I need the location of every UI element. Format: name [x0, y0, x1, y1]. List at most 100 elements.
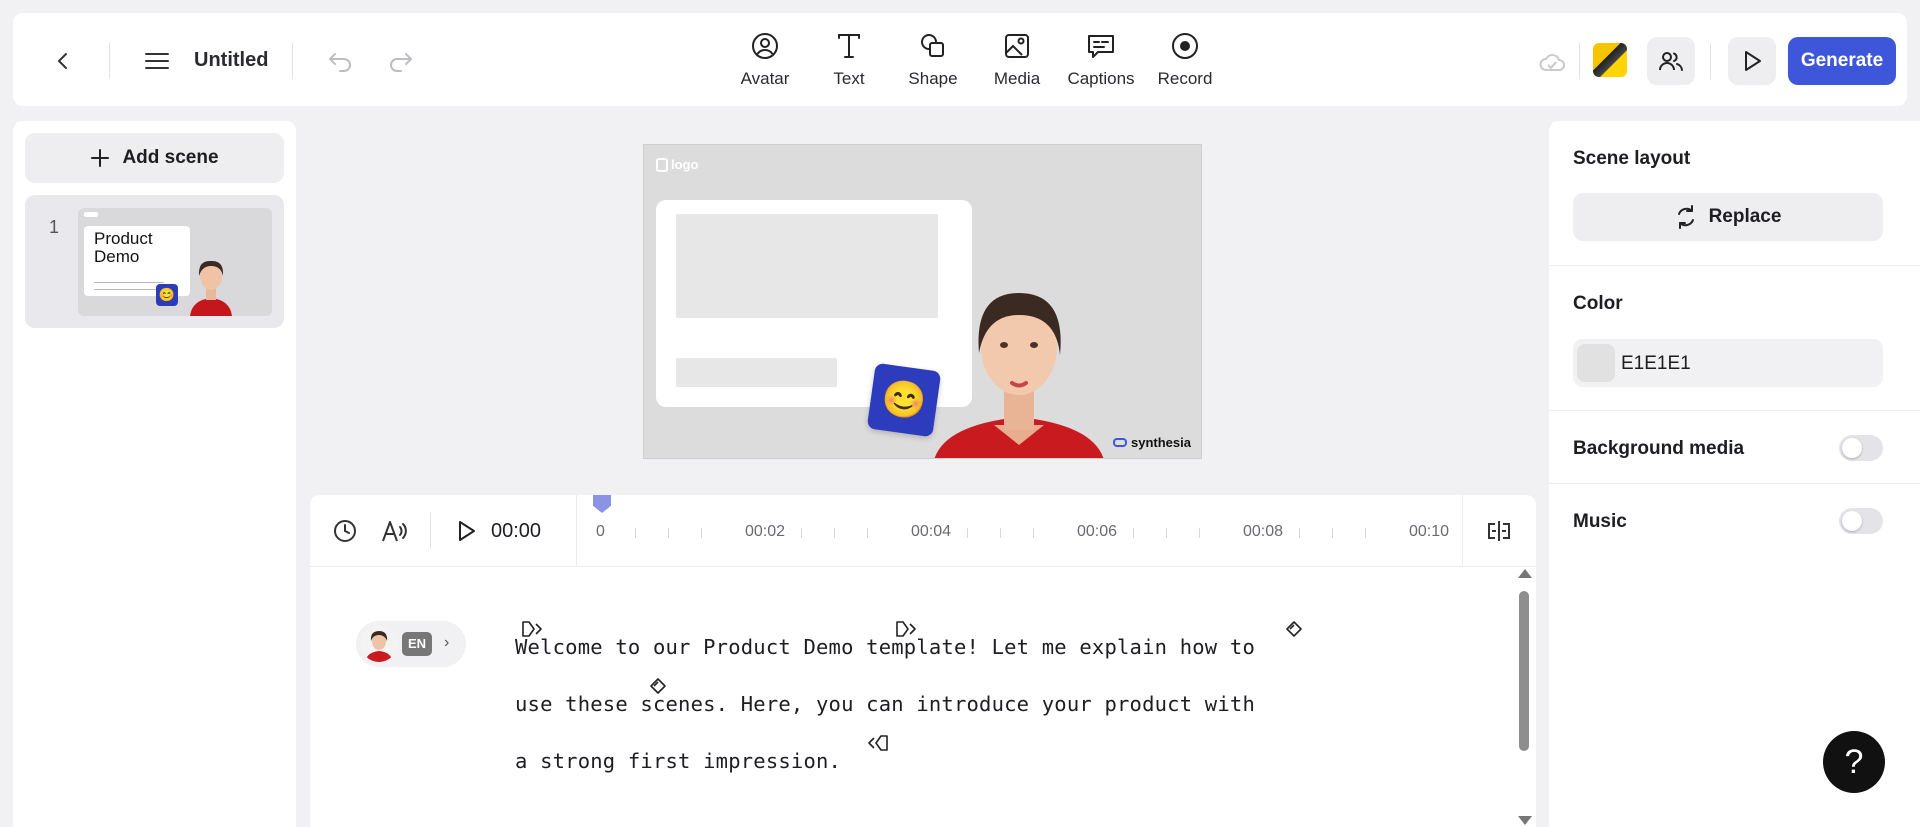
section-title: Color: [1573, 293, 1623, 314]
toggle-knob: [1842, 438, 1862, 458]
brand-watermark: synthesia: [1113, 435, 1191, 450]
tool-text[interactable]: Text: [807, 31, 891, 89]
script-line[interactable]: Welcome to our Product Demo template! Le…: [515, 635, 1255, 659]
tick: [867, 528, 868, 538]
marker-diamond-icon[interactable]: [1283, 619, 1303, 637]
tool-label: Record: [1157, 69, 1213, 88]
tool-label: Captions: [1067, 69, 1135, 88]
tool-avatar[interactable]: Avatar: [723, 31, 807, 89]
scroll-up-arrow-icon[interactable]: [1518, 569, 1532, 578]
scene-layout-section: Scene layout Replace: [1549, 121, 1920, 266]
tick-label: 00:06: [1077, 523, 1118, 540]
emoji-sticker[interactable]: 😊: [866, 362, 942, 438]
tick: [668, 528, 669, 538]
section-title: Scene layout: [1573, 148, 1691, 169]
scene-item[interactable]: 1 Product Demo 😊: [25, 195, 284, 328]
scrollbar-thumb[interactable]: [1519, 591, 1529, 751]
share-people-icon[interactable]: [1647, 37, 1695, 85]
record-icon: [1170, 31, 1200, 61]
slide-logo[interactable]: logo: [656, 157, 698, 172]
tick-label: 00:02: [745, 523, 786, 540]
captions-icon: [1086, 31, 1116, 61]
text-icon: [834, 31, 864, 61]
thumb-logo: [84, 212, 98, 217]
voice-speech-icon[interactable]: [380, 518, 408, 544]
toggle-knob: [1842, 511, 1862, 531]
play-icon[interactable]: [454, 518, 478, 544]
tick: [701, 528, 702, 538]
logo-text: logo: [671, 157, 699, 172]
replace-layout-button[interactable]: Replace: [1573, 193, 1883, 241]
scene-title: Product Demo: [94, 229, 153, 266]
divider: [292, 43, 293, 79]
media-icon: [1002, 31, 1032, 61]
tool-media[interactable]: Media: [975, 31, 1059, 89]
top-toolbar: Untitled Avatar Text Shape Media Caption…: [13, 13, 1907, 106]
help-button[interactable]: ?: [1823, 731, 1885, 793]
generate-button[interactable]: Generate: [1788, 37, 1896, 85]
insert-toolbar: Avatar Text Shape Media Captions Record: [723, 31, 1227, 89]
preview-play-icon[interactable]: [1728, 37, 1776, 85]
script-line[interactable]: a strong first impression.: [515, 749, 841, 773]
avatar-icon: [750, 31, 780, 61]
background-media-label: Background media: [1573, 438, 1745, 459]
tick-label: 00:10: [1409, 523, 1450, 540]
divider: [109, 43, 110, 79]
back-arrow-icon[interactable]: [51, 49, 75, 73]
marker-exit-icon[interactable]: [867, 733, 888, 751]
tick: [1000, 528, 1001, 538]
thumb-lines: [94, 282, 164, 290]
timeline-ruler[interactable]: 0 00:02 00:04 00:06 00:08 00:10: [577, 495, 1472, 567]
tool-label: Text: [833, 69, 865, 88]
background-media-toggle[interactable]: [1839, 435, 1883, 461]
tick: [967, 528, 968, 538]
properties-panel: Scene layout Replace Color E1E1E1 Backgr…: [1549, 121, 1920, 827]
background-media-section: Background media: [1549, 411, 1920, 484]
speaker-avatar: [361, 626, 397, 662]
plus-icon: [91, 149, 110, 167]
music-toggle[interactable]: [1839, 508, 1883, 534]
undo-icon[interactable]: [326, 47, 354, 75]
tool-label: Shape: [908, 69, 958, 88]
tick-label: 00:08: [1243, 523, 1284, 540]
clock-icon[interactable]: [332, 518, 358, 544]
shape-icon: [918, 31, 948, 61]
image-placeholder[interactable]: [676, 214, 938, 318]
tool-captions[interactable]: Captions: [1059, 31, 1143, 89]
color-swatch[interactable]: [1577, 344, 1615, 382]
redo-icon[interactable]: [387, 47, 415, 75]
speaker-selector[interactable]: EN ›: [356, 621, 466, 667]
project-title[interactable]: Untitled: [194, 49, 268, 72]
add-scene-button[interactable]: Add scene: [25, 133, 284, 183]
presenter-avatar[interactable]: [934, 275, 1104, 459]
playhead-handle[interactable]: [593, 495, 611, 513]
scene-number: 1: [49, 217, 60, 237]
tick: [635, 528, 636, 538]
synthesia-logo-icon: [1113, 438, 1128, 447]
brand-text: synthesia: [1131, 435, 1191, 450]
user-avatar[interactable]: [1593, 43, 1627, 77]
presenter-thumbnail: [190, 260, 232, 316]
hamburger-menu-icon[interactable]: [143, 49, 171, 73]
replace-label: Replace: [1708, 206, 1782, 227]
add-scene-label: Add scene: [122, 147, 219, 168]
color-input[interactable]: E1E1E1: [1573, 339, 1883, 387]
tool-label: Media: [993, 69, 1041, 88]
scroll-down-arrow-icon[interactable]: [1518, 816, 1532, 825]
tick: [1133, 528, 1134, 538]
split-view-icon[interactable]: [1485, 517, 1513, 545]
tick: [1033, 528, 1034, 538]
script-scrollbar[interactable]: [1517, 569, 1532, 825]
text-placeholder[interactable]: [676, 358, 837, 387]
scene-canvas[interactable]: logo 😊 synthesia: [643, 144, 1202, 459]
script-editor: 00:00 0 00:02 00:04 00:06 00:08 00:10 EN…: [310, 495, 1536, 827]
script-line[interactable]: use these scenes. Here, you can introduc…: [515, 692, 1255, 716]
divider: [430, 513, 431, 549]
color-value[interactable]: E1E1E1: [1621, 353, 1691, 375]
tool-shape[interactable]: Shape: [891, 31, 975, 89]
tool-record[interactable]: Record: [1143, 31, 1227, 89]
emoji-sticker: 😊: [156, 284, 178, 306]
chevron-right-icon: ›: [444, 634, 450, 651]
language-badge: EN: [402, 632, 432, 656]
scene-thumbnail: Product Demo 😊: [78, 208, 272, 316]
